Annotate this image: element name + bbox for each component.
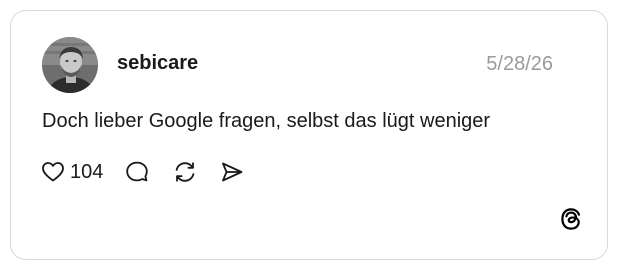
send-icon — [222, 162, 243, 182]
reply-button[interactable] — [125, 160, 149, 184]
avatar[interactable] — [42, 37, 98, 93]
threads-logo-icon[interactable] — [559, 207, 583, 231]
repost-icon — [176, 162, 195, 182]
action-bar: 104 — [41, 157, 244, 187]
comment-bubble-icon — [126, 161, 149, 182]
post-card: sebicare 5/28/26 Doch lieber Google frag… — [10, 10, 608, 260]
post-date: 5/28/26 — [486, 53, 553, 75]
avatar-image — [42, 37, 98, 93]
repost-button[interactable] — [173, 160, 197, 184]
username[interactable]: sebicare — [117, 50, 198, 76]
post-text: Doch lieber Google fragen, selbst das lü… — [42, 110, 491, 132]
like-button[interactable]: 104 — [41, 160, 103, 184]
heart-icon — [42, 162, 64, 182]
share-button[interactable] — [220, 160, 244, 184]
like-count: 104 — [70, 161, 104, 183]
threads-logo-glyph — [561, 208, 581, 230]
